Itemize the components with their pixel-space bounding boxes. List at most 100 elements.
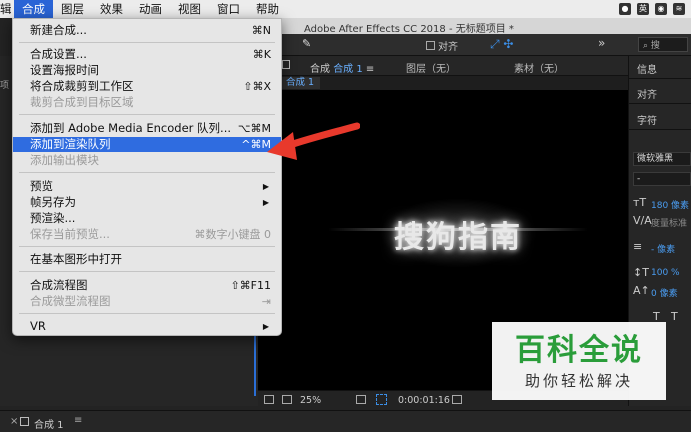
menu-item-shortcut: ⌘数字小键盘 0 xyxy=(194,228,272,241)
help-search-input[interactable]: ⌕ 搜 xyxy=(638,37,688,52)
watermark-tagline: 助你轻松解决 xyxy=(524,372,633,390)
stroke-width-value[interactable]: - 像素 xyxy=(651,242,675,255)
project-tab[interactable]: 项 xyxy=(0,78,12,91)
menu-item-mini-flowchart: 合成微型流程图 ⇥ xyxy=(13,294,281,309)
tools-bar: ✎ 对齐 ⤢ ✣ » ⌕ 搜 xyxy=(280,34,691,56)
menu-view[interactable]: 视图 xyxy=(170,0,209,18)
always-preview-icon[interactable] xyxy=(264,395,274,404)
submenu-arrow-icon: ▶ xyxy=(262,198,269,207)
baseline-shift-value[interactable]: 0 像素 xyxy=(651,286,678,299)
snap-checkbox[interactable]: 对齐 xyxy=(426,38,458,53)
menu-help[interactable]: 帮助 xyxy=(248,0,287,18)
annotation-arrow-icon xyxy=(267,122,360,160)
close-tab-icon[interactable]: × xyxy=(10,416,18,427)
menu-animation[interactable]: 动画 xyxy=(131,0,170,18)
user-icon[interactable]: ◉ xyxy=(655,3,667,15)
font-size-value[interactable]: 180 像素 xyxy=(651,198,689,211)
comp-chip[interactable]: 合成 1 xyxy=(280,77,321,89)
menu-item-shortcut: ⌘N xyxy=(251,24,271,37)
tab-composition[interactable]: 合成 合成 1 ≡ xyxy=(310,60,374,75)
menu-window[interactable]: 窗口 xyxy=(209,0,248,18)
menu-separator xyxy=(19,271,275,272)
snapshot-icon[interactable] xyxy=(452,395,462,404)
menu-layer[interactable]: 图层 xyxy=(53,0,92,18)
status-icons: ● 英 ◉ ≋ xyxy=(619,3,691,15)
menu-item-shortcut: ⇧⌘X xyxy=(243,80,271,93)
checkbox-box[interactable] xyxy=(426,41,435,50)
vertical-scale-value[interactable]: 100 % xyxy=(651,268,680,278)
menu-item-label: VR xyxy=(30,319,46,333)
region-of-interest-icon[interactable] xyxy=(376,394,387,405)
menu-item-set-poster-time[interactable]: 设置海报时间 xyxy=(13,63,281,78)
menu-item-preview[interactable]: 预览 ▶ xyxy=(13,179,281,194)
menu-item-trim-to-work-area[interactable]: 将合成裁剪到工作区 ⇧⌘X xyxy=(13,79,281,94)
character-panel-tab[interactable]: 字符 xyxy=(637,112,657,127)
divider xyxy=(629,78,691,79)
menu-edit[interactable]: 辑 xyxy=(0,0,14,18)
composition-panel-tabs: 合成 合成 1 ≡ 图层（无） 素材（无） xyxy=(258,56,628,76)
menu-separator xyxy=(19,114,275,115)
menu-item-label: 添加到渲染队列 xyxy=(30,137,111,151)
menu-item-label: 合成设置... xyxy=(30,47,87,61)
lock-icon[interactable] xyxy=(282,60,290,69)
monitor-icon[interactable] xyxy=(282,395,292,404)
menu-composition[interactable]: 合成 xyxy=(14,0,53,18)
stroke-width-icon: ≡ xyxy=(633,240,643,253)
menu-item-composition-flowchart[interactable]: 合成流程图 ⇧⌘F11 xyxy=(13,278,281,293)
current-timecode[interactable]: 0:00:01:16 xyxy=(398,395,450,406)
menu-item-composition-settings[interactable]: 合成设置... ⌘K xyxy=(13,47,281,62)
vertical-scale-icon: ↕T xyxy=(633,266,649,279)
snap-label: 对齐 xyxy=(438,42,458,53)
watermark-logo: 百科全说 助你轻松解决 xyxy=(492,322,666,400)
menu-item-add-to-media-encoder[interactable]: 添加到 Adobe Media Encoder 队列... ⌥⌘M xyxy=(13,121,281,136)
expand-panels-icon[interactable]: » xyxy=(598,36,605,50)
menu-separator xyxy=(19,172,275,173)
menu-item-label: 帧另存为 xyxy=(30,195,76,209)
pin-tool-icon[interactable]: ✎ xyxy=(302,37,311,50)
tab-comp-name: 合成 1 xyxy=(333,64,363,75)
ime-icon[interactable]: 英 xyxy=(637,3,649,15)
menu-item-shortcut: ⇥ xyxy=(261,295,271,308)
panel-menu-icon[interactable]: ≡ xyxy=(74,415,82,426)
comp-breadcrumb: 合成 1 xyxy=(258,76,628,90)
submenu-arrow-icon: ▶ xyxy=(262,322,269,331)
menu-item-pre-render[interactable]: 预渲染... xyxy=(13,211,281,226)
menu-item-add-output-module: 添加输出模块 xyxy=(13,153,281,168)
menu-effect[interactable]: 效果 xyxy=(92,0,131,18)
tab-footage[interactable]: 素材（无） xyxy=(514,60,564,75)
align-panel-tab[interactable]: 对齐 xyxy=(637,86,657,101)
zoom-select[interactable]: 25% xyxy=(300,395,321,406)
comp-icon xyxy=(20,417,29,426)
window-title: Adobe After Effects CC 2018 - 无标题项目 * xyxy=(304,24,514,35)
kerning-icon: V/A xyxy=(633,214,652,227)
menu-item-label: 将合成裁剪到工作区 xyxy=(30,79,134,93)
menu-item-label: 预渲染... xyxy=(30,211,76,225)
divider xyxy=(629,103,691,104)
timeline-tab[interactable]: 合成 1 xyxy=(34,416,64,431)
menu-item-open-in-essential-graphics[interactable]: 在基本图形中打开 xyxy=(13,252,281,267)
grid-icon[interactable] xyxy=(356,395,366,404)
menu-item-label: 设置海报时间 xyxy=(30,63,99,77)
menu-separator xyxy=(19,42,275,43)
tab-layer[interactable]: 图层（无） xyxy=(406,60,456,75)
font-family-select[interactable]: 微软雅黑 xyxy=(633,152,691,166)
faux-italic-icon[interactable]: T xyxy=(671,310,678,323)
info-panel-tab[interactable]: 信息 xyxy=(637,61,657,76)
font-style-select[interactable]: - xyxy=(633,172,691,186)
menu-item-label: 预览 xyxy=(30,179,53,193)
menu-item-new-composition[interactable]: 新建合成... ⌘N xyxy=(13,23,281,38)
window-titlebar: Adobe After Effects CC 2018 - 无标题项目 * xyxy=(280,18,691,35)
menu-item-label: 新建合成... xyxy=(30,23,87,37)
menu-item-shortcut: ⇧⌘F11 xyxy=(230,279,271,292)
menu-item-add-to-render-queue[interactable]: 添加到渲染队列 ^⌘M xyxy=(13,137,281,152)
wifi-icon[interactable]: ≋ xyxy=(673,3,685,15)
menu-item-label: 合成微型流程图 xyxy=(30,294,111,308)
menu-item-vr[interactable]: VR ▶ xyxy=(13,319,281,334)
menu-bar: 辑 合成 图层 效果 动画 视图 窗口 帮助 ● 英 ◉ ≋ xyxy=(0,0,691,18)
kerning-value[interactable]: 度量标准 xyxy=(651,216,687,229)
menu-item-crop-to-region: 裁剪合成到目标区域 xyxy=(13,95,281,110)
menu-item-save-frame-as[interactable]: 帧另存为 ▶ xyxy=(13,195,281,210)
snap-options-icon[interactable]: ⤢ ✣ xyxy=(490,37,513,52)
menu-item-label: 在基本图形中打开 xyxy=(30,252,122,266)
qq-icon[interactable]: ● xyxy=(619,3,631,15)
